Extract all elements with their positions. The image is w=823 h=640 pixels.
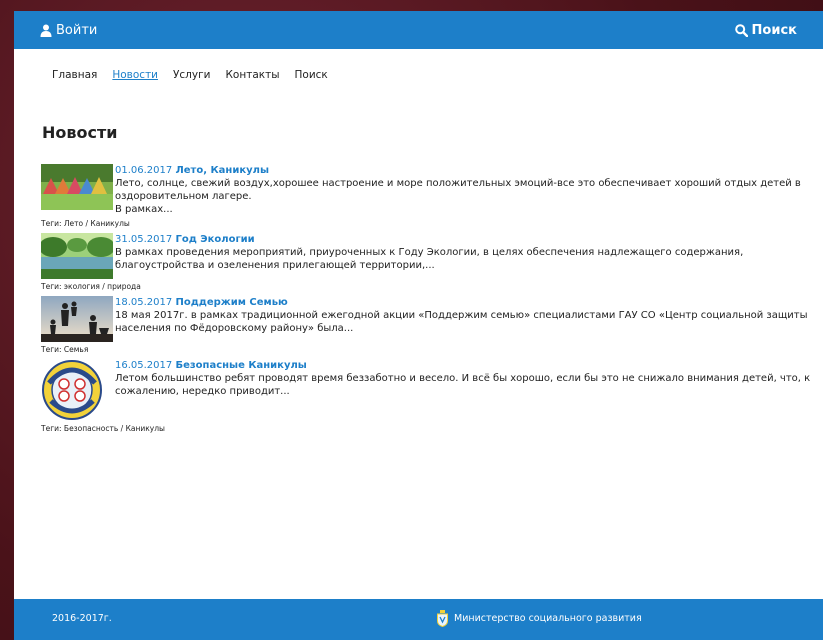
page-title: Новости — [42, 123, 118, 142]
news-tags: Теги: Безопасность / Каникулы — [41, 424, 165, 433]
news-item: 01.06.2017 Лето, Каникулы Лето, солнце, … — [41, 164, 811, 216]
news-content: 16.05.2017 Безопасные Каникулы Летом бол… — [115, 359, 811, 421]
news-thumbnail-nature[interactable] — [41, 233, 113, 279]
page: Войти Поиск Главная Новости Услуги Конта… — [14, 11, 823, 640]
footer-copyright: 2016-2017г. — [52, 613, 112, 624]
news-excerpt: 18 мая 2017г. в рамках традиционной ежег… — [115, 310, 808, 334]
news-content: 31.05.2017 Год Экологии В рамках проведе… — [115, 233, 811, 279]
news-excerpt: Летом большинство ребят проводят время б… — [115, 373, 811, 397]
news-item: 31.05.2017 Год Экологии В рамках проведе… — [41, 233, 811, 279]
news-title-link[interactable]: Лето, Каникулы — [175, 165, 269, 176]
login-label: Войти — [56, 22, 98, 38]
news-item: 16.05.2017 Безопасные Каникулы Летом бол… — [41, 359, 811, 421]
news-thumbnail-camp[interactable] — [41, 164, 113, 210]
news-title-link[interactable]: Безопасные Каникулы — [175, 360, 306, 371]
search-label: Поиск — [751, 22, 797, 38]
news-title-link[interactable]: Поддержим Семью — [175, 297, 287, 308]
ministry-label: Министерство социального развития — [454, 613, 642, 624]
search-button[interactable]: Поиск — [734, 22, 797, 38]
news-tags: Теги: Лето / Каникулы — [41, 219, 130, 228]
news-tags: Теги: экология / природа — [41, 282, 141, 291]
news-item: 18.05.2017 Поддержим Семью 18 мая 2017г.… — [41, 296, 811, 342]
user-icon — [40, 24, 52, 37]
top-bar: Войти Поиск — [14, 11, 823, 49]
news-list: 01.06.2017 Лето, Каникулы Лето, солнце, … — [41, 164, 811, 438]
nav-item-news[interactable]: Новости — [112, 69, 158, 81]
search-icon — [734, 23, 748, 37]
nav-item-home[interactable]: Главная — [52, 69, 97, 81]
news-date: 31.05.2017 — [115, 234, 173, 245]
news-excerpt: В рамках проведения мероприятий, приуроч… — [115, 247, 744, 271]
nav-item-services[interactable]: Услуги — [173, 69, 210, 81]
nav-item-search[interactable]: Поиск — [295, 69, 328, 81]
ministry-link[interactable]: Министерство социального развития — [437, 610, 642, 627]
news-date: 16.05.2017 — [115, 360, 173, 371]
footer: 2016-2017г. Министерство социального раз… — [14, 599, 823, 640]
news-date: 18.05.2017 — [115, 297, 173, 308]
news-title-link[interactable]: Год Экологии — [175, 234, 254, 245]
news-date: 01.06.2017 — [115, 165, 173, 176]
news-content: 01.06.2017 Лето, Каникулы Лето, солнце, … — [115, 164, 811, 216]
news-thumbnail-safety-badge[interactable] — [41, 359, 113, 421]
main-nav: Главная Новости Услуги Контакты Поиск — [52, 69, 328, 81]
coat-of-arms-icon — [437, 610, 448, 627]
news-thumbnail-family[interactable] — [41, 296, 113, 342]
news-more: В рамках... — [115, 204, 173, 215]
login-button[interactable]: Войти — [40, 23, 97, 38]
nav-item-contacts[interactable]: Контакты — [225, 69, 279, 81]
news-tags: Теги: Семья — [41, 345, 89, 354]
news-excerpt: Лето, солнце, свежий воздух,хорошее наст… — [115, 178, 801, 202]
news-content: 18.05.2017 Поддержим Семью 18 мая 2017г.… — [115, 296, 811, 342]
